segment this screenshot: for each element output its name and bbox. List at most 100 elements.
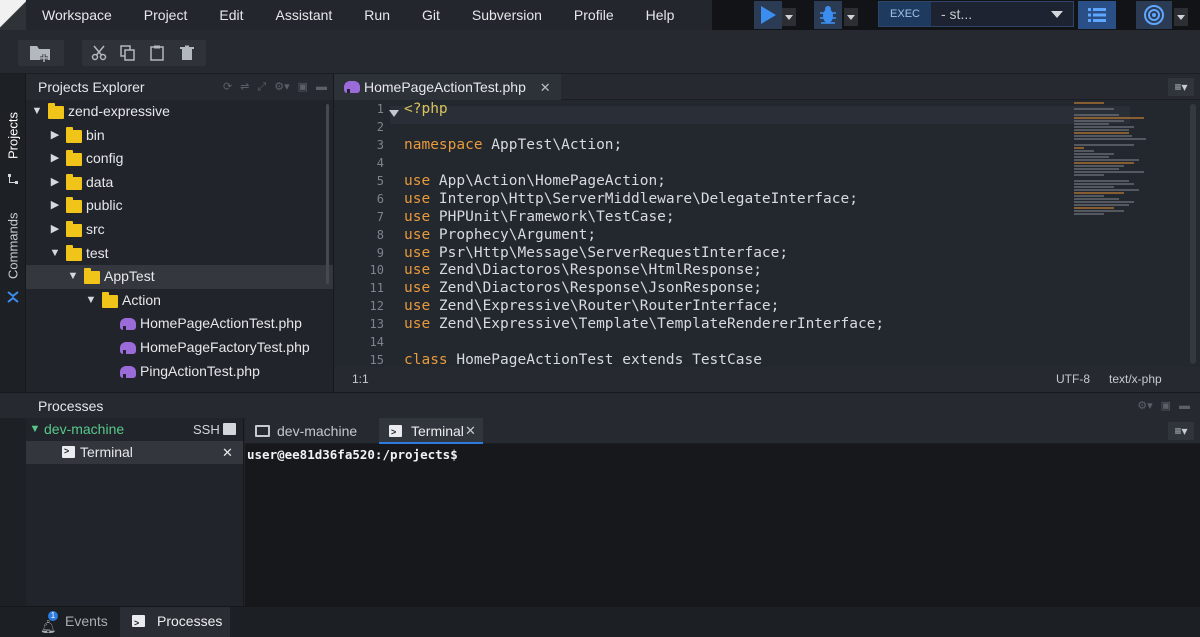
- minimize-icon[interactable]: ▬: [1179, 393, 1190, 419]
- minimap-line: [1074, 129, 1129, 131]
- link-editor-icon[interactable]: ⤢: [257, 74, 266, 100]
- refresh-icon[interactable]: ⟳: [223, 74, 232, 100]
- menu-item-project[interactable]: Project: [128, 0, 204, 30]
- tree-item-public[interactable]: ▶ public: [26, 194, 333, 218]
- code-line: use Zend\Diactoros\Response\JsonResponse…: [404, 280, 884, 298]
- menu-item-help[interactable]: Help: [630, 0, 691, 30]
- che-logo[interactable]: [0, 0, 26, 30]
- code-minimap[interactable]: [1074, 101, 1160, 241]
- tab-projects[interactable]: Projects: [0, 108, 26, 164]
- tab-dev-machine[interactable]: dev-machine: [245, 418, 377, 444]
- minimize-icon[interactable]: ▬: [316, 74, 327, 100]
- paste-button[interactable]: [144, 40, 170, 66]
- tree-item-homepagefactorytest-php[interactable]: HomePageFactoryTest.php: [26, 336, 333, 360]
- menu-item-subversion[interactable]: Subversion: [456, 0, 558, 30]
- chevron-right-icon[interactable]: ▶: [48, 124, 62, 147]
- ssh-label[interactable]: SSH: [193, 418, 220, 441]
- code-line: namespace AppTest\Action;: [404, 137, 884, 155]
- chevron-down-icon[interactable]: ▼: [66, 265, 80, 288]
- copy-button[interactable]: [115, 40, 141, 66]
- tree-item-label: zend-expressive: [68, 103, 170, 119]
- list-view-button[interactable]: [1078, 1, 1116, 29]
- command-selector[interactable]: EXEC - st...: [878, 1, 1074, 27]
- gear-icon[interactable]: ⚙▾: [274, 74, 289, 100]
- menu-item-run[interactable]: Run: [348, 0, 406, 30]
- chevron-down-icon[interactable]: ▼: [84, 289, 98, 312]
- code-content[interactable]: <?php namespace AppTest\Action; use App\Ac…: [404, 101, 884, 367]
- target-button[interactable]: [1136, 1, 1172, 29]
- maximize-icon[interactable]: ▣: [298, 74, 308, 100]
- tab-commands[interactable]: Commands: [0, 206, 26, 286]
- terminal-output[interactable]: user@ee81d36fa520:/projects$: [245, 444, 1200, 465]
- run-dropdown-button[interactable]: [782, 8, 796, 26]
- file-type: text/x-php: [1109, 372, 1162, 386]
- fold-arrow-icon[interactable]: [389, 110, 399, 117]
- target-dropdown-button[interactable]: [1174, 8, 1188, 26]
- command-select-value[interactable]: - st...: [931, 2, 1073, 26]
- chevron-down-icon[interactable]: ▼: [28, 418, 42, 441]
- code-line: use App\Action\HomePageAction;: [404, 173, 884, 191]
- editor-scrollbar[interactable]: [1190, 104, 1196, 364]
- explorer-scrollbar[interactable]: [326, 104, 329, 284]
- terminal-process-row[interactable]: Terminal ✕: [26, 440, 243, 464]
- tab-processes[interactable]: Processes: [120, 607, 230, 637]
- menu-item-profile[interactable]: Profile: [558, 0, 630, 30]
- tree-item-homepageactiontest-php[interactable]: HomePageActionTest.php: [26, 312, 333, 336]
- tree-item-config[interactable]: ▶ config: [26, 147, 333, 171]
- chevron-right-icon[interactable]: ▶: [48, 147, 62, 170]
- editor-tab-homepageactiontest[interactable]: HomePageActionTest.php ✕: [334, 74, 561, 100]
- editor-tab-label: HomePageActionTest.php: [364, 79, 526, 95]
- close-process-icon[interactable]: ✕: [222, 441, 233, 464]
- new-folder-icon: [30, 46, 50, 62]
- menu-item-git[interactable]: Git: [406, 0, 456, 30]
- chevron-down-icon[interactable]: ▼: [48, 242, 62, 265]
- tree-item-data[interactable]: ▶ data: [26, 171, 333, 195]
- tree-item-apptest[interactable]: ▼ AppTest: [26, 265, 333, 289]
- php-file-icon: [120, 365, 136, 378]
- menu-item-edit[interactable]: Edit: [203, 0, 259, 30]
- project-structure-icon[interactable]: [7, 172, 19, 184]
- commands-icon[interactable]: [6, 290, 20, 304]
- cut-button[interactable]: [86, 40, 112, 66]
- chevron-right-icon[interactable]: ▶: [48, 171, 62, 194]
- menu-item-assistant[interactable]: Assistant: [259, 0, 348, 30]
- run-button[interactable]: [754, 1, 782, 29]
- tab-events[interactable]: 🔔︎ 1 Events: [30, 607, 120, 637]
- chevron-right-icon[interactable]: ▶: [48, 194, 62, 217]
- chevron-right-icon[interactable]: ▶: [48, 218, 62, 241]
- new-project-button[interactable]: [18, 40, 64, 66]
- process-tab-menu-button[interactable]: ≡▾: [1168, 422, 1194, 440]
- code-area[interactable]: 1 2 3 4 5 6 7 8 9 10 11 12 13 14 15 <?php namespace App…: [334, 101, 1200, 367]
- tree-item-zend-expressive[interactable]: ▼ zend-expressive: [26, 100, 333, 124]
- tree-item-pingactiontest-php[interactable]: PingActionTest.php: [26, 360, 333, 384]
- tree-item-action[interactable]: ▼ Action: [26, 289, 333, 313]
- close-tab-icon[interactable]: ✕: [540, 80, 551, 95]
- machine-row[interactable]: ▼ dev-machine SSH: [26, 418, 243, 441]
- collapse-all-icon[interactable]: ⇌: [240, 74, 249, 100]
- tab-terminal[interactable]: Terminal ✕: [379, 418, 483, 445]
- new-terminal-icon[interactable]: [223, 423, 236, 435]
- maximize-icon[interactable]: ▣: [1161, 393, 1171, 419]
- line-number: 15: [369, 353, 384, 367]
- tab-terminal-label: Terminal: [411, 423, 464, 439]
- tree-item-bin[interactable]: ▶ bin: [26, 124, 333, 148]
- tree-item-src[interactable]: ▶ src: [26, 218, 333, 242]
- delete-button[interactable]: [174, 40, 200, 66]
- minimap-line: [1074, 183, 1134, 185]
- tree-item-label: HomePageFactoryTest.php: [140, 338, 310, 355]
- chevron-down-icon[interactable]: ▼: [30, 100, 44, 123]
- minimap-line: [1074, 120, 1124, 122]
- code-line: use Zend\Expressive\Router\RouterInterfa…: [404, 298, 884, 316]
- debug-button[interactable]: [814, 1, 842, 29]
- gear-icon[interactable]: ⚙▾: [1137, 393, 1152, 419]
- minimap-line: [1074, 165, 1124, 167]
- tree-item-test[interactable]: ▼ test: [26, 242, 333, 266]
- debug-dropdown-button[interactable]: [844, 8, 858, 26]
- close-tab-icon[interactable]: ✕: [465, 418, 476, 444]
- editor-tab-menu-button[interactable]: ≡▾: [1168, 78, 1194, 96]
- processes-title: Processes: [38, 398, 104, 414]
- explorer-header-actions: ⟳ ⇌ ⤢ ⚙▾ ▣ ▬: [223, 74, 327, 100]
- menu-item-workspace[interactable]: Workspace: [26, 0, 128, 30]
- editor-status-bar: 1:1 UTF-8 text/x-php: [334, 367, 1200, 392]
